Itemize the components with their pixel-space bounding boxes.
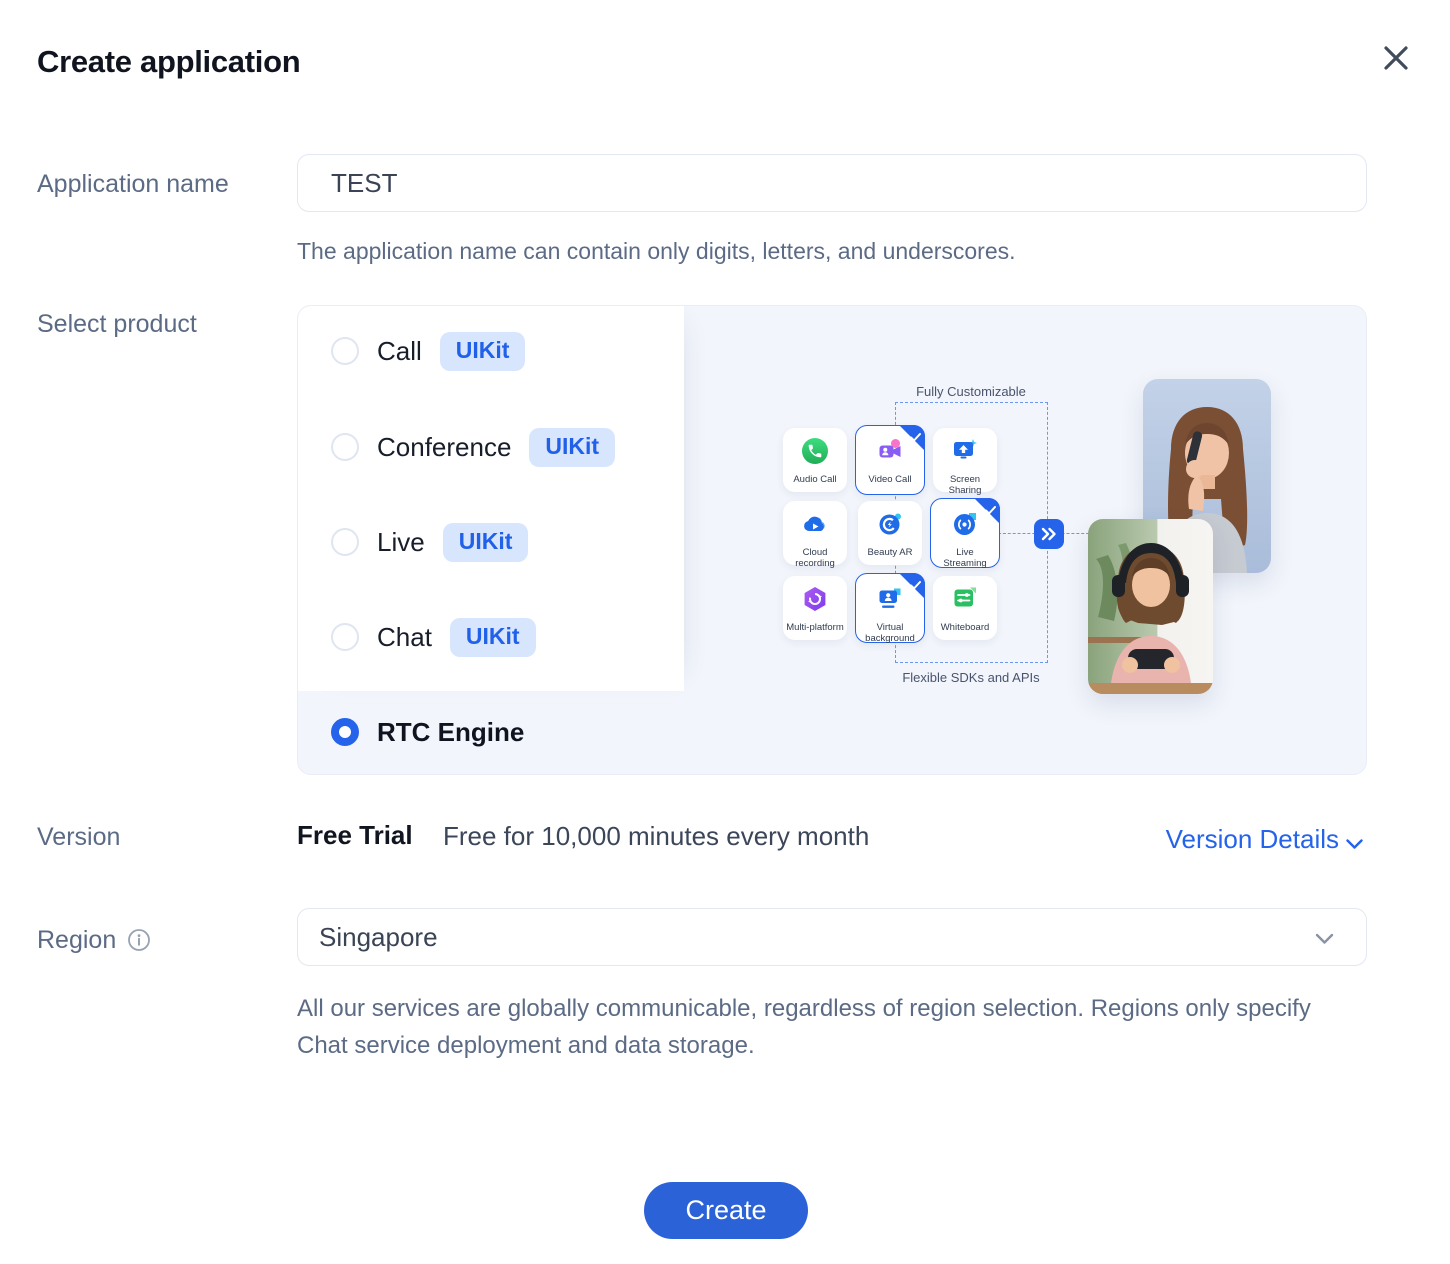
option-label: Conference [377,432,511,463]
feature-card-audio-call: Audio Call [783,428,847,492]
chevron-down-icon [1346,826,1363,857]
region-label: Region [37,926,116,955]
version-description: Free for 10,000 minutes every month [443,821,869,852]
feature-card-virtual-background: Virtual background [855,573,925,643]
application-name-input[interactable] [297,154,1367,212]
feature-card-screen-sharing: Screen Sharing [933,428,997,492]
feature-card-cloud-recording: Cloud recording [783,501,847,565]
feature-label: Video Call [860,474,920,485]
uikit-badge: UIKit [440,332,526,371]
radio-live[interactable] [331,528,359,556]
feature-card-video-call: Video Call [855,425,925,495]
feature-card-live-streaming: Live Streaming [930,498,1000,568]
uikit-badge: UIKit [529,428,615,467]
feature-card-whiteboard: Whiteboard [933,576,997,640]
radio-conference[interactable] [331,433,359,461]
version-plan: Free Trial [297,820,413,851]
photo-kid-with-gamepad [1088,519,1213,694]
feature-label: Audio Call [785,474,845,485]
region-helper: All our services are globally communicab… [297,990,1337,1064]
radio-chat[interactable] [331,623,359,651]
option-label: Live [377,527,425,558]
create-button[interactable]: Create [644,1182,808,1239]
multi-platform-icon [801,585,829,618]
version-details-link[interactable]: Version Details [1166,821,1363,857]
product-panel: Call UIKit Conference UIKit Live UIKit C… [297,305,1367,775]
option-label: Call [377,336,422,367]
select-product-label: Select product [37,310,197,339]
whiteboard-icon [951,585,979,618]
feature-label: Live Streaming [935,547,995,570]
region-label-group: Region [37,924,151,957]
product-option-call[interactable]: Call UIKit [331,331,525,371]
close-icon [1380,42,1412,79]
check-icon [910,577,921,595]
uikit-badge: UIKit [450,618,536,657]
feature-label: Virtual background [860,622,920,645]
product-option-rtc-engine[interactable]: RTC Engine [331,712,524,752]
product-option-conference[interactable]: Conference UIKit [331,427,615,467]
illustration-top-caption: Fully Customizable [841,384,1101,399]
forward-arrows-icon [1034,519,1064,549]
check-icon [985,502,996,520]
page-title: Create application [37,44,300,80]
feature-label: Beauty AR [860,547,920,558]
video-call-icon [876,437,904,470]
feature-label: Multi-platform [785,622,845,633]
region-select[interactable]: Singapore [297,908,1367,966]
cloud-recording-icon [801,510,829,543]
feature-card-beauty-ar: Beauty AR [858,501,922,565]
beauty-ar-icon [876,510,904,543]
check-icon [910,429,921,447]
radio-call[interactable] [331,337,359,365]
virtual-background-icon [876,585,904,618]
application-name-label: Application name [37,170,229,199]
info-icon[interactable] [127,928,151,957]
radio-rtc-engine-selected[interactable] [331,718,359,746]
live-streaming-icon [951,510,979,543]
product-option-live[interactable]: Live UIKit [331,522,528,562]
version-label: Version [37,823,120,852]
uikit-badge: UIKit [443,523,529,562]
feature-label: Whiteboard [935,622,995,633]
feature-label: Screen Sharing [935,474,995,497]
close-button[interactable] [1376,40,1416,80]
illustration-bottom-caption: Flexible SDKs and APIs [841,670,1101,685]
feature-card-multi-platform: Multi-platform [783,576,847,640]
feature-label: Cloud recording [785,547,845,570]
region-selected-value: Singapore [319,922,438,953]
version-details-label: Version Details [1166,824,1339,855]
product-option-chat[interactable]: Chat UIKit [331,617,536,657]
option-label: Chat [377,622,432,653]
audio-call-icon [801,437,829,470]
screen-sharing-icon [951,437,979,470]
option-label: RTC Engine [377,717,524,748]
application-name-helper: The application name can contain only di… [297,238,1016,265]
